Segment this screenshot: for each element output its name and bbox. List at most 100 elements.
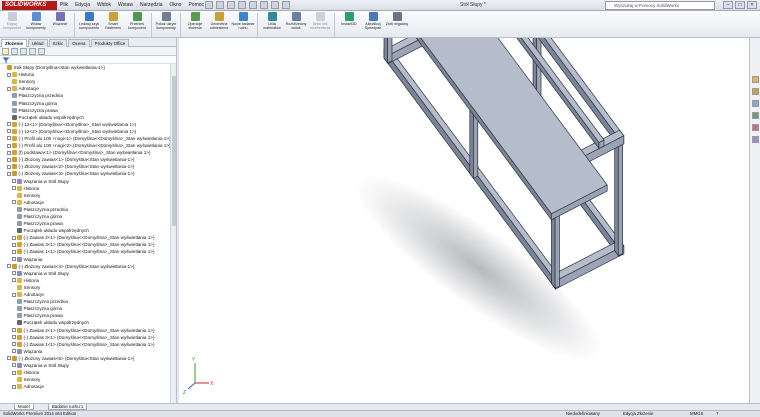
tree-item[interactable]: Płaszczyzna górna xyxy=(0,213,170,220)
tree-item[interactable]: Wiązania xyxy=(0,256,170,263)
tree-item[interactable]: Płaszczyzna przednia xyxy=(0,92,170,99)
menu-item[interactable]: Narzędzia xyxy=(140,2,163,8)
expand-toggle-icon[interactable] xyxy=(12,278,16,283)
ribbon-button[interactable]: Smart Fasteners xyxy=(101,11,125,38)
expand-toggle-icon[interactable] xyxy=(12,242,16,247)
expand-toggle-icon[interactable] xyxy=(12,249,16,254)
help-search-input[interactable]: Wyszukaj w Pomocy SolidWorks xyxy=(605,1,715,10)
command-tab[interactable]: Produkty Office xyxy=(90,39,130,47)
expand-toggle-icon[interactable] xyxy=(7,150,11,155)
ribbon-button[interactable]: Instant3D xyxy=(337,11,361,38)
tree-item[interactable]: Historia xyxy=(0,277,170,284)
expand-toggle-icon[interactable] xyxy=(12,257,16,262)
menu-item[interactable]: Okno xyxy=(170,2,182,8)
tree-item[interactable]: Początek układu współrzędnych xyxy=(0,227,170,234)
tree-item[interactable]: Adnotacje xyxy=(0,85,170,92)
tree-item[interactable]: (-) Profil alu 100 +nogi<2> (Domyślna<<D… xyxy=(0,142,170,149)
tree-item[interactable]: Płaszczyzna górna xyxy=(0,305,170,312)
expand-toggle-icon[interactable] xyxy=(12,186,16,191)
expand-toggle-icon[interactable] xyxy=(12,235,16,240)
tree-item[interactable]: Wiązania w Stół Słupy xyxy=(0,178,170,185)
menu-item[interactable]: Widok xyxy=(97,2,111,8)
command-tab[interactable]: Układ xyxy=(28,39,48,47)
file-explorer-icon[interactable] xyxy=(752,100,759,107)
tree-item[interactable]: (-) Złożony zawias<5> (Domyślna<Stan wyś… xyxy=(0,355,170,362)
ribbon-button[interactable]: Aktualizuj Speedpak xyxy=(361,11,385,38)
select-icon[interactable] xyxy=(260,1,268,9)
expand-toggle-icon[interactable] xyxy=(7,129,11,134)
expand-toggle-icon[interactable] xyxy=(12,370,16,375)
ribbon-button[interactable]: Lista materiałów xyxy=(260,11,284,38)
expand-toggle-icon[interactable] xyxy=(12,342,16,347)
propertymanager-tab-icon[interactable] xyxy=(11,48,18,55)
expand-toggle-icon[interactable] xyxy=(7,356,11,361)
tree-item[interactable]: Wiązania w Stół Słupy xyxy=(0,362,170,369)
expand-toggle-icon[interactable] xyxy=(7,164,11,169)
ribbon-button[interactable]: Przenieś komponent xyxy=(125,11,149,38)
tree-item[interactable]: (-) 12<1> (Domyślna<<Domyślna>_Stan wyśw… xyxy=(0,121,170,128)
ribbon-button[interactable]: Wiązanie xyxy=(48,11,72,38)
command-tab[interactable]: Ocena xyxy=(68,39,90,47)
tree-filter-row[interactable] xyxy=(0,56,176,64)
expand-toggle-icon[interactable] xyxy=(7,72,11,77)
print-icon[interactable] xyxy=(238,1,246,9)
tree-item[interactable]: (-) Złożony zawias<1> (Domyślna<Stan wyś… xyxy=(0,156,170,163)
tree-item[interactable]: Sensory xyxy=(0,78,170,85)
tree-item[interactable]: (-) Zawias 2<1> (Domyślna<<Domyślna>_Sta… xyxy=(0,234,170,241)
tree-item[interactable]: (-) Złożony zawias<3> (Domyślna<Stan wyś… xyxy=(0,170,170,177)
tree-item[interactable]: Płaszczyzna górna xyxy=(0,99,170,106)
tree-item[interactable]: (-) Zawias 1<1> (Domyślna<<Domyślna>_Sta… xyxy=(0,341,170,348)
expand-toggle-icon[interactable] xyxy=(7,86,11,91)
tree-item[interactable]: Adnotacje xyxy=(0,199,170,206)
tree-item[interactable]: Wiązania xyxy=(0,348,170,355)
ribbon-button[interactable]: Wstaw komponenty xyxy=(24,11,48,38)
configurationmanager-tab-icon[interactable] xyxy=(20,48,27,55)
tree-item[interactable]: Wiązania w Stół Słupy xyxy=(0,270,170,277)
expand-toggle-icon[interactable] xyxy=(12,179,16,184)
expand-toggle-icon[interactable] xyxy=(12,271,16,276)
tree-item[interactable]: Historia xyxy=(0,369,170,376)
tree-item[interactable]: Początek układu współrzędnych xyxy=(0,114,170,121)
expand-toggle-icon[interactable] xyxy=(7,157,11,162)
view-palette-icon[interactable] xyxy=(752,112,759,119)
save-icon[interactable] xyxy=(227,1,235,9)
help-icon[interactable]: ? xyxy=(716,411,718,417)
options-icon[interactable] xyxy=(282,1,290,9)
solidworks-resources-icon[interactable] xyxy=(752,76,759,83)
tree-item[interactable]: (-) 12<2> (Domyślna<<Domyślna>_Stan wyśw… xyxy=(0,128,170,135)
tree-item[interactable]: Płaszczyzna przednia xyxy=(0,298,170,305)
ribbon-button[interactable]: Nowe badanie ruchu xyxy=(231,11,255,38)
menu-item[interactable]: Plik xyxy=(60,2,68,8)
menu-item[interactable]: Pomoc xyxy=(188,2,204,8)
tree-item[interactable]: Sensory xyxy=(0,192,170,199)
expand-toggle-icon[interactable] xyxy=(12,363,16,368)
expand-toggle-icon[interactable] xyxy=(7,264,11,269)
tree-item[interactable]: Stół Słupy (Domyślna<Stan wyświetlania-1… xyxy=(0,64,170,71)
tree-item[interactable]: (-) Profil alu 100 +nogi<1> (Domyślna<<D… xyxy=(0,135,170,142)
expand-toggle-icon[interactable] xyxy=(7,122,11,127)
frame-assembly-model[interactable]: Y X Z xyxy=(179,0,749,403)
ribbon-button[interactable]: Liniowy szyk komponentu xyxy=(77,11,101,38)
ribbon-button[interactable]: Zrób migawkę xyxy=(385,11,409,38)
design-library-icon[interactable] xyxy=(752,88,759,95)
new-document-icon[interactable] xyxy=(205,1,213,9)
ribbon-button[interactable]: Edytuj komponent xyxy=(0,11,24,38)
tree-item[interactable]: (-) Zawias 1<1> (Domyślna<<Domyślna>_Sta… xyxy=(0,248,170,255)
close-icon[interactable]: × xyxy=(747,1,757,9)
display-manager-tab-icon[interactable] xyxy=(38,48,45,55)
tree-item[interactable]: Historia xyxy=(0,185,170,192)
tree-item[interactable]: Płaszczyzna przednia xyxy=(0,206,170,213)
expand-toggle-icon[interactable] xyxy=(7,171,11,176)
tree-item[interactable]: (-) Zawias 3<1> (Domyślna<<Domyślna>_Sta… xyxy=(0,241,170,248)
rebuild-icon[interactable] xyxy=(271,1,279,9)
expand-toggle-icon[interactable] xyxy=(12,335,16,340)
ribbon-button[interactable]: Szkic linii rozstrzelenia xyxy=(308,11,332,38)
maximize-icon[interactable]: □ xyxy=(735,1,745,9)
expand-toggle-icon[interactable] xyxy=(12,349,16,354)
tree-item[interactable]: Adnotacje xyxy=(0,383,170,390)
tree-item[interactable]: Płaszczyzna prawa xyxy=(0,312,170,319)
open-icon[interactable] xyxy=(216,1,224,9)
appearances-icon[interactable] xyxy=(752,124,759,131)
expand-toggle-icon[interactable] xyxy=(7,143,11,148)
tree-item[interactable]: (-) Zawias 2<1> (Domyślna<<Domyślna>_Sta… xyxy=(0,326,170,333)
